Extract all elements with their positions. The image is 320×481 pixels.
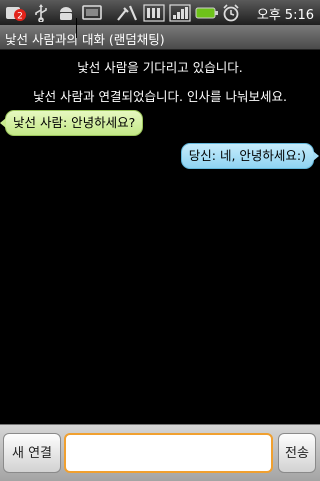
title-bar: 낯선 사람과의 대화 (랜덤채팅) [0, 25, 320, 50]
tools-icon [117, 5, 138, 21]
system-message-connected: 낯선 사람과 연결되었습니다. 인사를 나눠보세요. [33, 89, 287, 104]
usb-icon [35, 4, 47, 22]
stranger-message-bubble: 낯선 사람: 안녕하세요? [0, 110, 144, 136]
android-icon [60, 7, 72, 20]
screen-icon [82, 5, 102, 20]
signal-bars-icon [169, 4, 191, 22]
signal-icon [143, 4, 165, 22]
clock-time: 5:16 [284, 8, 314, 23]
bubble-tail [313, 151, 319, 161]
battery-icon [195, 7, 218, 19]
notification-count: 2 [17, 12, 23, 22]
chat-area[interactable]: 낯선 사람을 기다리고 있습니다. 낯선 사람과 연결되었습니다. 인사를 나눠… [0, 50, 320, 424]
bottom-bar: 새 연결 전송 [0, 424, 320, 481]
stranger-message-text: 낯선 사람: 안녕하세요? [13, 115, 136, 130]
message-input[interactable] [64, 433, 273, 473]
status-clock: 오후 5:16 [257, 4, 314, 23]
notification-icon: 2 [6, 7, 26, 22]
bubble-tail [0, 118, 6, 128]
clock-ampm: 오후 [256, 8, 281, 23]
send-button[interactable]: 전송 [278, 433, 316, 473]
system-message-waiting: 낯선 사람을 기다리고 있습니다. [77, 60, 243, 75]
alarm-icon [223, 4, 239, 22]
text-caret [76, 18, 77, 38]
new-connection-button[interactable]: 새 연결 [3, 433, 61, 473]
page-title: 낯선 사람과의 대화 (랜덤채팅) [5, 32, 165, 47]
my-message-text: 당신: 네, 안녕하세요:) [188, 148, 306, 163]
my-message-bubble: 당신: 네, 안녕하세요:) [180, 143, 319, 169]
status-bar: 2 오후 5:16 [0, 0, 320, 26]
